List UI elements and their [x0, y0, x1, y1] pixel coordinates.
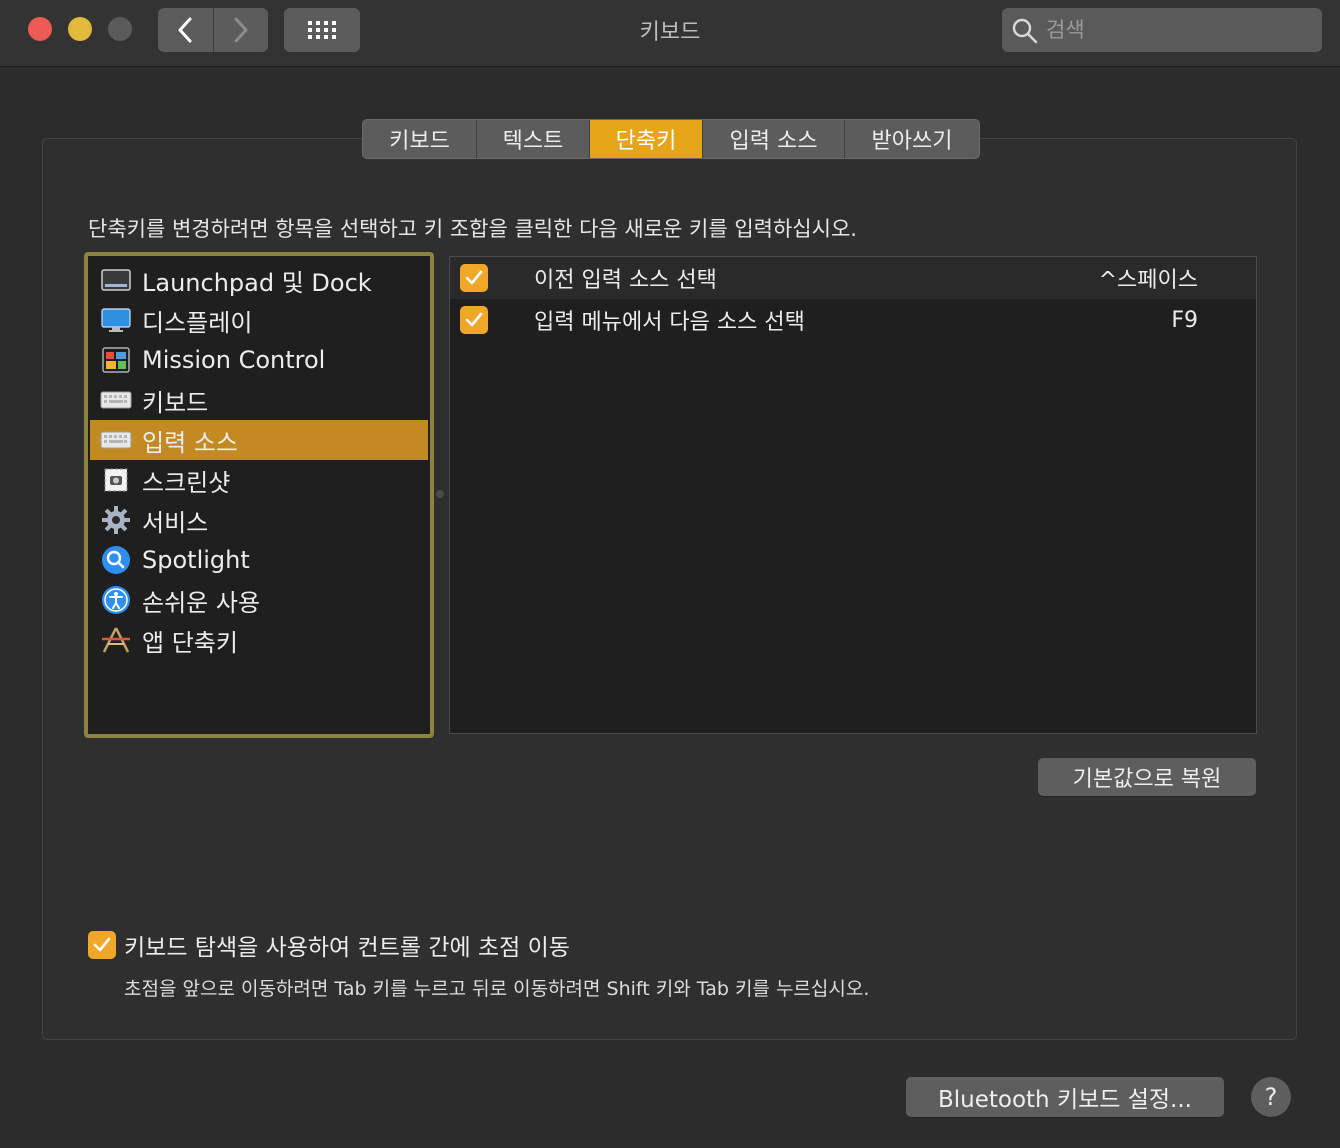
category-label: 입력 소스 — [142, 428, 238, 457]
spotlight-search-icon — [100, 544, 132, 576]
mission-control-icon — [100, 344, 132, 376]
show-all-preferences-button[interactable] — [284, 8, 360, 52]
search-icon — [1012, 18, 1038, 44]
screenshot-icon — [100, 464, 132, 496]
instruction-text: 단축키를 변경하려면 항목을 선택하고 키 조합을 클릭한 다음 새로운 키를 … — [88, 217, 857, 241]
shortcut-enable-checkbox[interactable] — [460, 264, 488, 292]
category-item-services[interactable]: 서비스 — [90, 500, 428, 540]
tab-input-sources[interactable]: 입력 소스 — [702, 120, 844, 158]
category-item-launchpad-dock[interactable]: Launchpad 및 Dock — [90, 260, 428, 300]
category-item-app-shortcuts[interactable]: 앱 단축키 — [90, 620, 428, 660]
category-item-screenshot[interactable]: 스크린샷 — [90, 460, 428, 500]
category-label: 스크린샷 — [142, 468, 231, 497]
category-label: 앱 단축키 — [142, 628, 238, 657]
app-shortcuts-icon — [100, 624, 132, 656]
grid-icon — [308, 21, 336, 39]
back-button[interactable] — [158, 8, 213, 52]
keyboard-navigation-option[interactable]: 키보드 탐색을 사용하여 컨트롤 간에 초점 이동 — [88, 928, 570, 962]
category-label: Spotlight — [142, 546, 250, 574]
tab-dictation[interactable]: 받아쓰기 — [844, 120, 979, 158]
table-row[interactable]: 입력 메뉴에서 다음 소스 선택 F9 — [450, 299, 1256, 341]
tab-shortcuts[interactable]: 단축키 — [589, 120, 702, 158]
shortcut-label: 입력 메뉴에서 다음 소스 선택 — [534, 310, 805, 335]
tab-keyboard[interactable]: 키보드 — [363, 120, 476, 158]
keyboard-navigation-checkbox[interactable] — [88, 931, 116, 959]
category-label: Launchpad 및 Dock — [142, 268, 372, 297]
category-item-accessibility[interactable]: 손쉬운 사용 — [90, 580, 428, 620]
search-input[interactable] — [1046, 14, 1310, 46]
minimize-window-button[interactable] — [68, 17, 92, 41]
help-button[interactable]: ? — [1251, 1077, 1291, 1117]
close-window-button[interactable] — [28, 17, 52, 41]
keyboard-navigation-label[interactable]: 키보드 탐색을 사용하여 컨트롤 간에 초점 이동 — [124, 928, 570, 962]
launchpad-dock-icon — [100, 264, 132, 296]
split-view-divider-handle[interactable] — [436, 490, 444, 498]
forward-button[interactable] — [212, 8, 268, 52]
keyboard-icon — [100, 424, 132, 456]
category-label: 키보드 — [142, 388, 209, 417]
keyboard-preferences-window: 키보드 키보드 텍스트 단축키 입력 소스 받아쓰기 단축키를 변경하려면 항목… — [0, 0, 1340, 1148]
checkmark-icon — [465, 270, 483, 285]
category-label: 손쉬운 사용 — [142, 588, 261, 617]
restore-defaults-button[interactable]: 기본값으로 복원 — [1038, 758, 1256, 796]
keyboard-navigation-description: 초점을 앞으로 이동하려면 Tab 키를 누르고 뒤로 이동하려면 Shift … — [124, 978, 870, 1000]
category-item-mission-control[interactable]: Mission Control — [90, 340, 428, 380]
navigation-buttons — [158, 8, 268, 52]
category-item-spotlight[interactable]: Spotlight — [90, 540, 428, 580]
shortcut-table[interactable]: 이전 입력 소스 선택 ^스페이스 입력 메뉴에서 다음 소스 선택 F9 — [449, 256, 1257, 734]
shortcut-enable-checkbox[interactable] — [460, 306, 488, 334]
category-label: Mission Control — [142, 346, 326, 374]
shortcut-label: 이전 입력 소스 선택 — [534, 268, 717, 293]
shortcut-key-combo[interactable]: F9 — [1171, 308, 1198, 333]
category-item-keyboard[interactable]: 키보드 — [90, 380, 428, 420]
table-row[interactable]: 이전 입력 소스 선택 ^스페이스 — [450, 257, 1256, 299]
keyboard-icon — [100, 384, 132, 416]
checkmark-icon — [93, 937, 111, 952]
accessibility-icon — [100, 584, 132, 616]
bluetooth-keyboard-setup-button[interactable]: Bluetooth 키보드 설정... — [906, 1077, 1224, 1117]
checkmark-icon — [465, 312, 483, 327]
zoom-window-button[interactable] — [108, 17, 132, 41]
tab-text[interactable]: 텍스트 — [476, 120, 589, 158]
gear-icon — [100, 504, 132, 536]
chevron-right-icon — [234, 17, 248, 43]
category-item-input-sources[interactable]: 입력 소스 — [90, 420, 428, 460]
shortcut-category-list[interactable]: Launchpad 및 Dock 디스플레이 Mission Control 키… — [84, 252, 434, 738]
category-item-display[interactable]: 디스플레이 — [90, 300, 428, 340]
title-bar: 키보드 — [0, 0, 1340, 67]
category-label: 디스플레이 — [142, 308, 253, 337]
tab-bar: 키보드 텍스트 단축키 입력 소스 받아쓰기 — [362, 119, 980, 159]
display-icon — [100, 304, 132, 336]
chevron-left-icon — [178, 17, 192, 43]
category-label: 서비스 — [142, 508, 209, 537]
search-field[interactable] — [1002, 8, 1322, 52]
window-title: 키보드 — [639, 20, 701, 45]
shortcut-key-combo[interactable]: ^스페이스 — [1099, 262, 1198, 294]
